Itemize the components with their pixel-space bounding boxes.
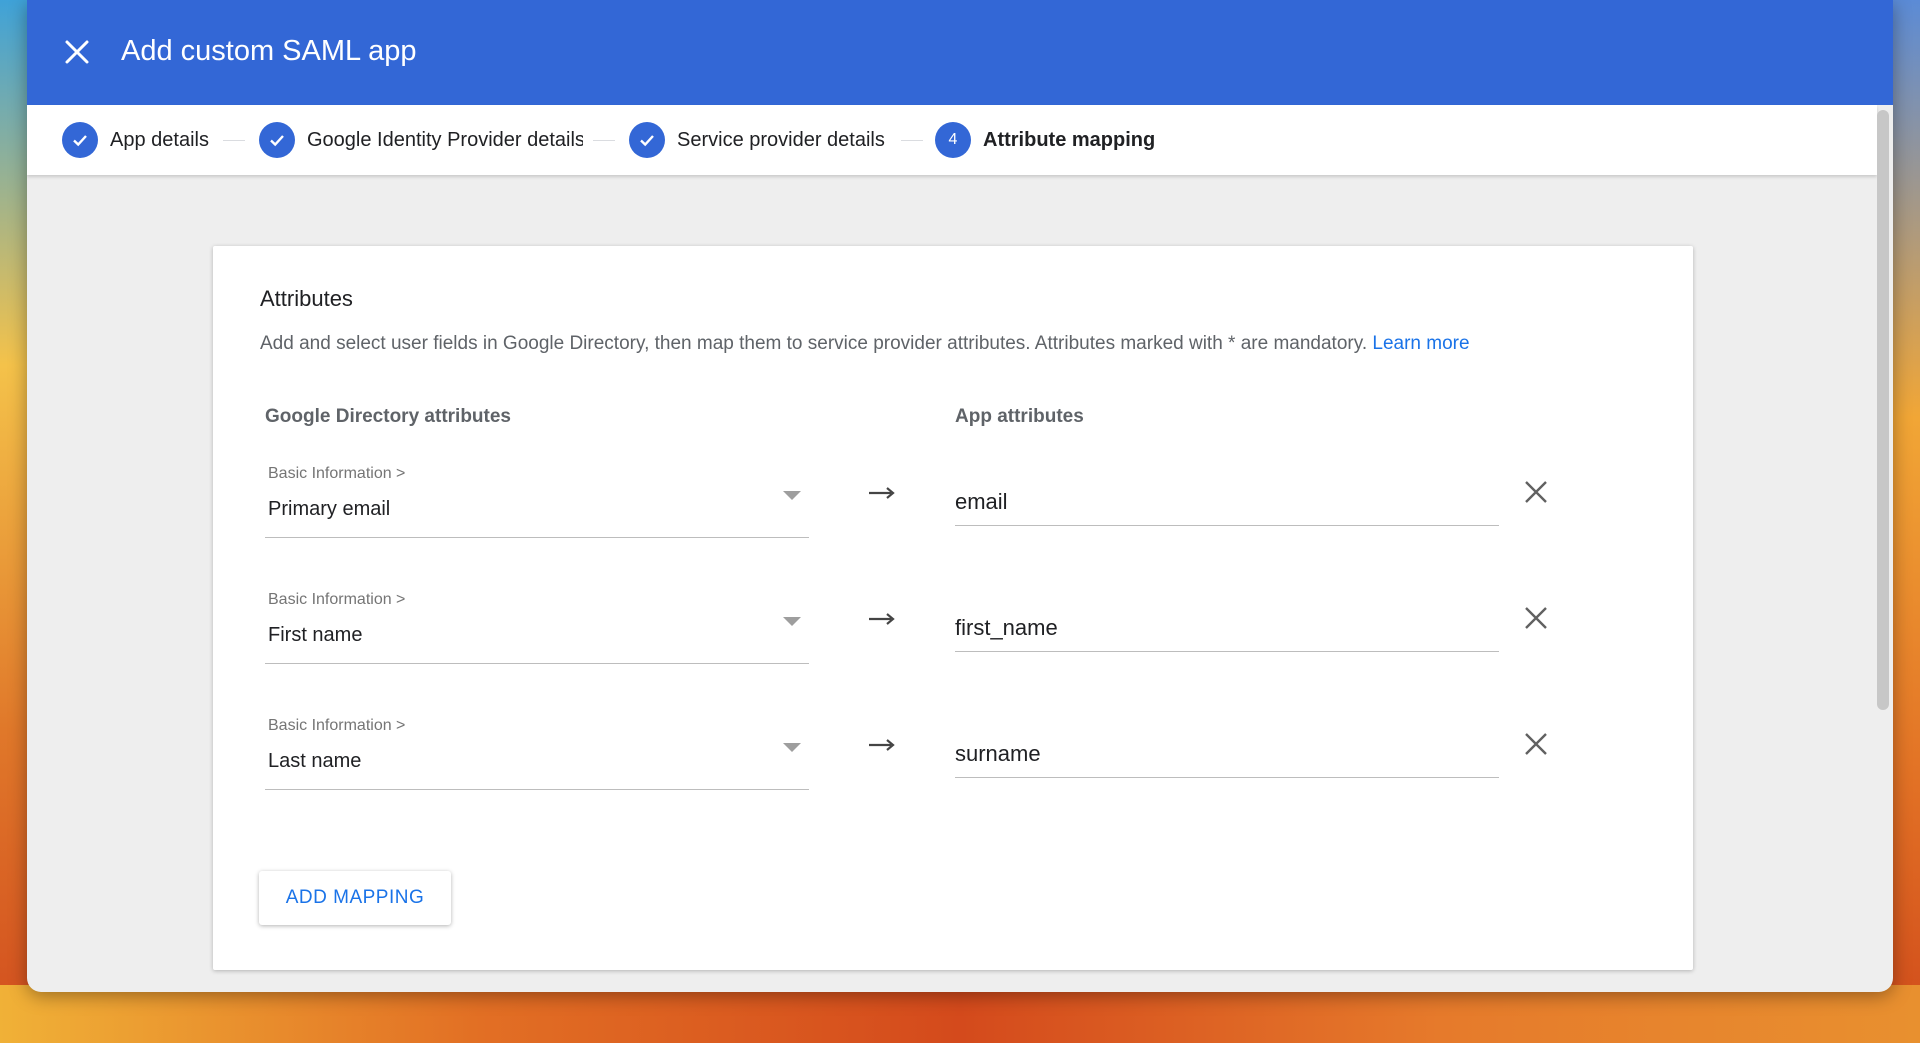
input-value: first_name bbox=[955, 615, 1058, 640]
step-service-provider-details[interactable]: Service provider details bbox=[629, 105, 885, 175]
step-divider bbox=[593, 140, 615, 141]
directory-attribute-select[interactable]: Basic Information > Last name bbox=[265, 705, 809, 790]
mapping-row: Basic Information > First name first_nam… bbox=[213, 579, 1693, 689]
dropdown-arrow-icon bbox=[783, 617, 801, 626]
select-category: Basic Information > bbox=[268, 591, 406, 608]
check-icon bbox=[629, 122, 665, 158]
arrow-right-icon bbox=[869, 487, 895, 499]
close-icon[interactable] bbox=[59, 34, 95, 70]
description-text: Add and select user fields in Google Dir… bbox=[260, 333, 1368, 354]
step-app-details[interactable]: App details bbox=[62, 105, 209, 175]
step-label: Service provider details bbox=[677, 128, 885, 151]
dialog-window: Add custom SAML app App details Google I… bbox=[27, 0, 1893, 992]
select-category: Basic Information > bbox=[268, 465, 406, 482]
attributes-card: Attributes Add and select user fields in… bbox=[213, 246, 1693, 970]
directory-attribute-select[interactable]: Basic Information > First name bbox=[265, 579, 809, 664]
scrollbar[interactable] bbox=[1877, 110, 1889, 710]
step-number: 4 bbox=[935, 122, 971, 158]
column-header-google-directory: Google Directory attributes bbox=[265, 406, 511, 427]
arrow-right-icon bbox=[869, 739, 895, 751]
select-category: Basic Information > bbox=[268, 717, 406, 734]
mapping-row: Basic Information > Last name surname bbox=[213, 705, 1693, 815]
step-label: App details bbox=[110, 128, 209, 151]
step-label: Google Identity Provider details bbox=[307, 128, 583, 151]
check-icon bbox=[259, 122, 295, 158]
header-bar: Add custom SAML app bbox=[27, 0, 1893, 105]
delete-mapping-icon[interactable] bbox=[1523, 731, 1549, 757]
step-divider bbox=[901, 140, 923, 141]
section-title: Attributes bbox=[260, 286, 353, 311]
select-value: Last name bbox=[268, 750, 362, 772]
delete-mapping-icon[interactable] bbox=[1523, 605, 1549, 631]
directory-attribute-select[interactable]: Basic Information > Primary email bbox=[265, 453, 809, 538]
arrow-right-icon bbox=[869, 613, 895, 625]
dropdown-arrow-icon bbox=[783, 743, 801, 752]
check-icon bbox=[62, 122, 98, 158]
step-divider bbox=[223, 140, 245, 141]
column-header-app-attributes: App attributes bbox=[955, 406, 1084, 427]
app-attribute-input[interactable]: surname bbox=[955, 717, 1499, 778]
step-attribute-mapping[interactable]: 4 Attribute mapping bbox=[935, 105, 1155, 175]
app-attribute-input[interactable]: email bbox=[955, 465, 1499, 526]
app-attribute-input[interactable]: first_name bbox=[955, 591, 1499, 652]
input-value: surname bbox=[955, 741, 1041, 766]
stepper: App details Google Identity Provider det… bbox=[27, 105, 1877, 175]
add-mapping-button[interactable]: ADD MAPPING bbox=[259, 871, 451, 925]
input-value: email bbox=[955, 489, 1008, 514]
section-description: Add and select user fields in Google Dir… bbox=[260, 333, 1470, 355]
select-value: Primary email bbox=[268, 498, 391, 520]
wallpaper-bottom bbox=[0, 985, 1920, 1043]
page-title: Add custom SAML app bbox=[121, 35, 417, 67]
step-label: Attribute mapping bbox=[983, 128, 1156, 151]
select-value: First name bbox=[268, 624, 363, 646]
dropdown-arrow-icon bbox=[783, 491, 801, 500]
mapping-row: Basic Information > Primary email email bbox=[213, 453, 1693, 563]
delete-mapping-icon[interactable] bbox=[1523, 479, 1549, 505]
step-google-idp-details[interactable]: Google Identity Provider details bbox=[259, 105, 583, 175]
learn-more-link[interactable]: Learn more bbox=[1372, 333, 1469, 354]
